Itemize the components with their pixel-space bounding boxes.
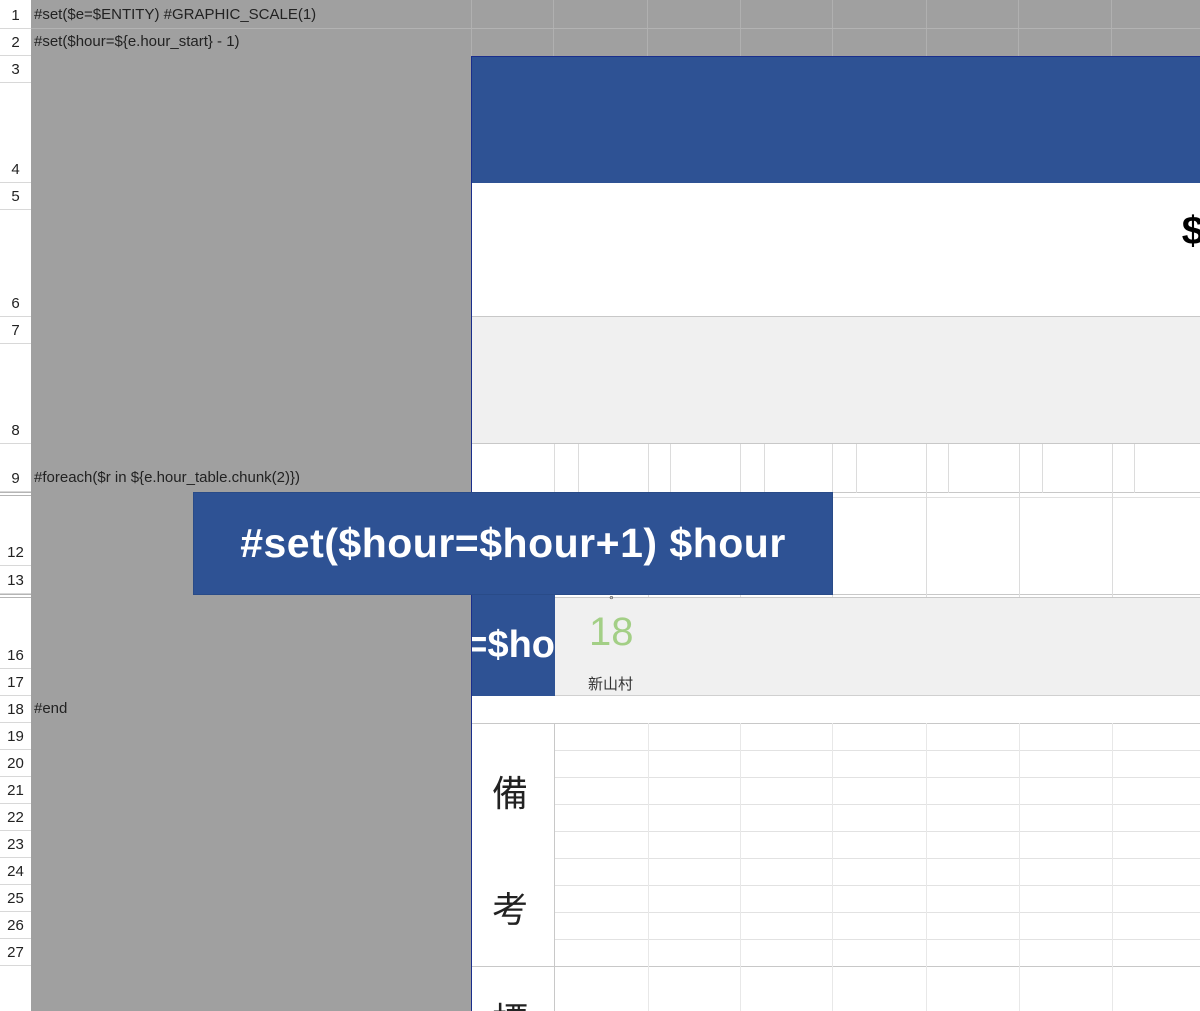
subheader-band[interactable]: [472, 317, 1200, 444]
row-header-1[interactable]: 1: [0, 0, 31, 29]
row-header-21[interactable]: 21: [0, 777, 31, 804]
hour-label-cell[interactable]: =$ho: [472, 595, 555, 696]
row-header-16[interactable]: 16: [0, 598, 31, 669]
remarks-label-2: 考: [492, 890, 529, 931]
title-band[interactable]: [472, 183, 1200, 317]
row-header-27[interactable]: 27: [0, 939, 31, 966]
row-header-25[interactable]: 25: [0, 885, 31, 912]
cell-a9[interactable]: #foreach($r in ${e.hour_table.chunk(2)}): [34, 469, 300, 486]
row-header-2[interactable]: 2: [0, 29, 31, 56]
row-header-22[interactable]: 22: [0, 804, 31, 831]
row-header-26[interactable]: 26: [0, 912, 31, 939]
temperature-value[interactable]: 18: [589, 610, 634, 655]
cell-a2[interactable]: #set($hour=${e.hour_start} - 1): [34, 33, 240, 50]
row-header-12[interactable]: 12: [0, 496, 31, 566]
cutoff-label: 標: [492, 992, 528, 1011]
row-header-17[interactable]: 17: [0, 669, 31, 696]
header-band[interactable]: [472, 57, 1200, 183]
row-header-19[interactable]: 19: [0, 723, 31, 750]
row-header-gutter: 1 2 3 4 5 6 7 8 9 12 13 16 17 18 19 20 2…: [0, 0, 31, 1011]
row-header-13[interactable]: 13: [0, 566, 31, 594]
cell-a1[interactable]: #set($e=$ENTITY) #GRAPHIC_SCALE(1): [34, 6, 316, 23]
row-header-4[interactable]: 4: [0, 83, 31, 183]
hour-increment-text-box[interactable]: #set($hour=$hour+1) $hour: [194, 493, 832, 594]
row-header-6[interactable]: 6: [0, 210, 31, 317]
row-header-18[interactable]: 18: [0, 696, 31, 723]
row-9-band: [472, 444, 1200, 493]
row-header-5[interactable]: 5: [0, 183, 31, 210]
cell-a18[interactable]: #end: [34, 700, 67, 717]
row-header-7[interactable]: 7: [0, 317, 31, 344]
location-label[interactable]: 新山村: [588, 673, 633, 694]
row-header-24[interactable]: 24: [0, 858, 31, 885]
row-header-23[interactable]: 23: [0, 831, 31, 858]
row-header-8[interactable]: 8: [0, 344, 31, 444]
degree-mark: °: [609, 593, 614, 607]
data-row-band: [472, 597, 1200, 696]
row-divider: [31, 28, 1200, 29]
row-header-20[interactable]: 20: [0, 750, 31, 777]
row-header-3[interactable]: 3: [0, 56, 31, 83]
row-header-9[interactable]: 9: [0, 444, 31, 492]
title-placeholder[interactable]: $: [1182, 209, 1200, 254]
remarks-label-1: 備: [492, 774, 529, 815]
